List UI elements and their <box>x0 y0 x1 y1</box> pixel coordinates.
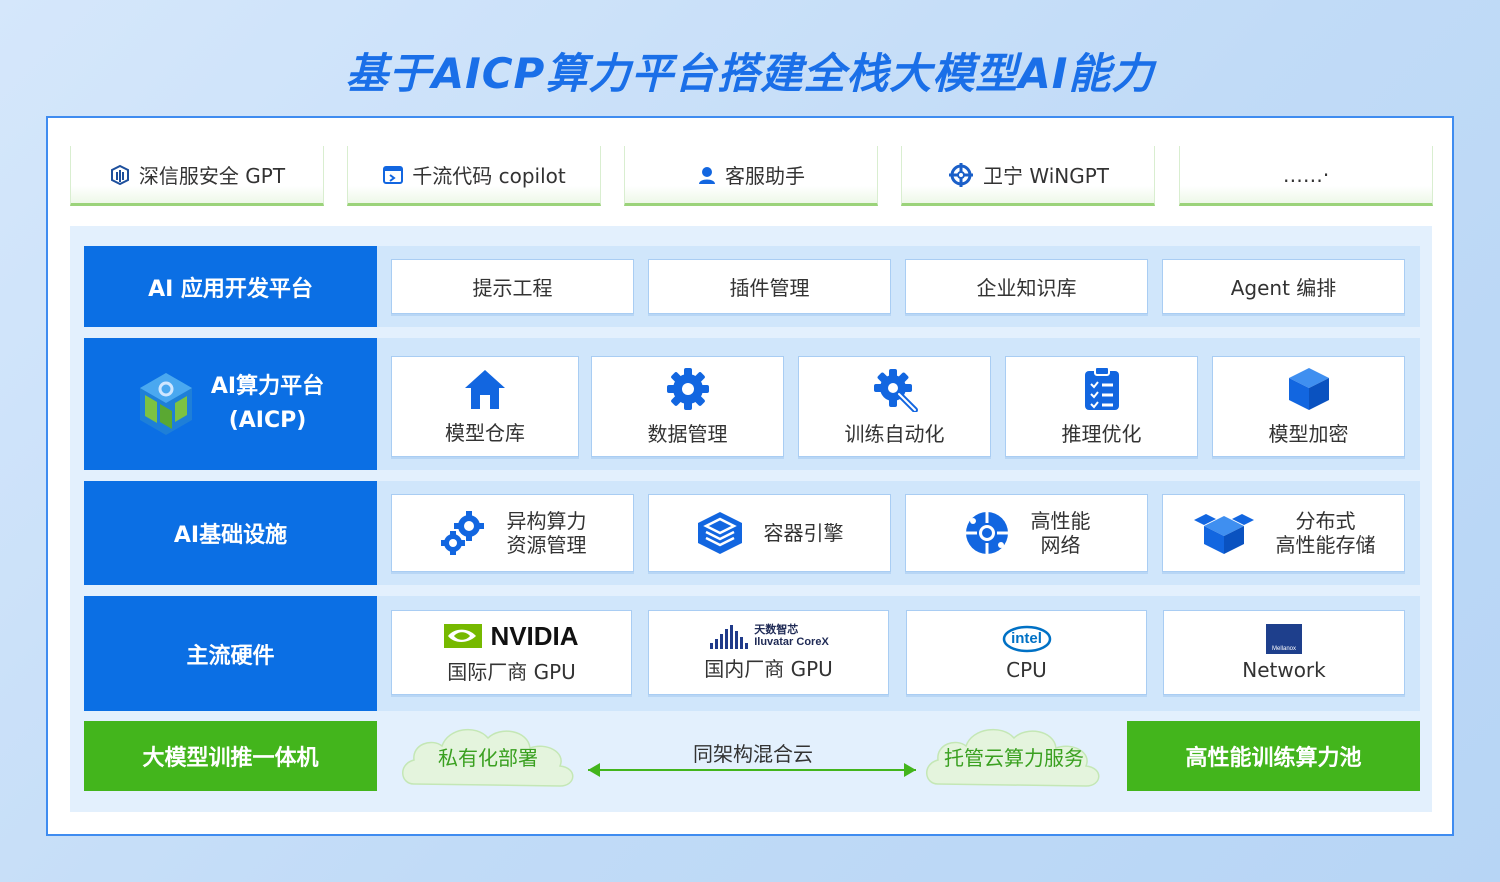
hardware-item-label: Network <box>1242 657 1326 682</box>
private-cloud-label: 私有化部署 <box>438 745 538 770</box>
app-label: 千流代码 copilot <box>412 164 566 188</box>
infra-item-line2: 高性能存储 <box>1275 533 1376 557</box>
infra-item-hp-network[interactable]: 高性能 网络 <box>905 494 1148 572</box>
hardware-item-iluvatar[interactable]: 天数智芯 Iluvatar CoreX 国内厂商 GPU <box>648 610 889 695</box>
infra-item-line1: 高性能 <box>1030 509 1091 533</box>
private-cloud: 私有化部署 <box>396 720 580 792</box>
app-tile-wingpt[interactable]: 卫宁 WiNGPT <box>901 146 1155 206</box>
hosted-cloud-label: 托管云算力服务 <box>944 745 1084 770</box>
infra-item-line2: 网络 <box>1040 533 1081 557</box>
hosted-cloud: 托管云算力服务 <box>920 720 1108 792</box>
code-window-icon <box>383 165 404 184</box>
intel-wordmark: intel <box>1011 630 1042 647</box>
infra-item-line2: 资源管理 <box>506 533 587 557</box>
hardware-item-mellanox[interactable]: Mellanox Network <box>1163 610 1405 695</box>
winning-logo-icon <box>949 162 973 187</box>
app-tile-sangfor-gpt[interactable]: 深信服安全 GPT <box>70 146 324 206</box>
intel-logo: intel <box>1002 624 1052 654</box>
infra-item-line1: 分布式 <box>1295 509 1356 533</box>
infra-item-container-engine[interactable]: 容器引擎 <box>648 494 891 572</box>
more-ellipsis: ……· <box>1282 162 1330 187</box>
cube-icon <box>1288 368 1329 410</box>
aicp-item-inference-opt[interactable]: 推理优化 <box>1005 356 1198 457</box>
hardware-item-intel[interactable]: intel CPU <box>906 610 1147 695</box>
mellanox-wordmark: Mellanox <box>1271 645 1296 652</box>
nvidia-wordmark: NVIDIA <box>490 620 579 651</box>
gear-wrench-icon <box>873 369 918 412</box>
infra-item-line1: 异构算力 <box>506 509 587 533</box>
app-tile-more[interactable]: ……· <box>1179 146 1433 206</box>
app-dev-item-plugin[interactable]: 插件管理 <box>648 259 891 314</box>
aicp-item-data-mgmt[interactable]: 数据管理 <box>591 356 784 457</box>
sangfor-logo-icon <box>110 164 129 185</box>
gear-icon <box>666 368 709 410</box>
iluvatar-bars-icon <box>710 625 749 649</box>
house-icon <box>465 370 505 409</box>
aicp-item-label: 训练自动化 <box>844 422 945 446</box>
user-support-icon <box>699 166 715 184</box>
nvidia-eye-icon <box>444 624 483 648</box>
aicp-item-training-auto[interactable]: 训练自动化 <box>798 356 991 457</box>
layered-box-icon <box>697 512 742 554</box>
iluvatar-cn-name: 天数智芯 <box>754 623 799 636</box>
iluvatar-en-name: Iluvatar CoreX <box>754 636 829 648</box>
mellanox-logo: Mellanox <box>1266 623 1302 654</box>
layer-label-aicp: AI算力平台 (AICP) <box>84 338 377 470</box>
double-arrow-icon <box>588 763 916 777</box>
aicp-item-label: 推理优化 <box>1061 422 1142 446</box>
app-label: 卫宁 WiNGPT <box>983 164 1109 188</box>
hardware-item-nvidia[interactable]: NVIDIA 国际厂商 GPU <box>391 610 632 695</box>
network-sphere-icon <box>965 512 1008 554</box>
infra-item-line1: 容器引擎 <box>763 521 844 545</box>
app-label: 客服助手 <box>725 164 805 188</box>
aicp-logo-icon <box>139 373 192 435</box>
app-label: 深信服安全 GPT <box>138 164 286 188</box>
aicp-label-line2: (AICP) <box>228 408 307 433</box>
aicp-item-model-repo[interactable]: 模型仓库 <box>391 356 579 457</box>
app-tile-customer-service[interactable]: 客服助手 <box>624 146 878 206</box>
layer-label-hardware: 主流硬件 <box>84 596 377 711</box>
infra-item-dist-storage[interactable]: 分布式 高性能存储 <box>1162 494 1405 572</box>
app-dev-item-agent[interactable]: Agent 编排 <box>1162 259 1405 314</box>
app-dev-item-knowledge[interactable]: 企业知识库 <box>905 259 1148 314</box>
gears-icon <box>440 511 484 555</box>
app-dev-item-prompt[interactable]: 提示工程 <box>391 259 634 314</box>
aicp-label-line1: AI算力平台 <box>210 374 325 399</box>
infra-item-heterogeneous[interactable]: 异构算力 资源管理 <box>391 494 634 572</box>
hardware-item-label: 国际厂商 GPU <box>447 659 576 684</box>
app-tile-qianliu-copilot[interactable]: 千流代码 copilot <box>347 146 601 206</box>
storage-cubes-icon <box>1193 514 1254 554</box>
aicp-item-label: 模型加密 <box>1268 422 1349 446</box>
bottom-left-all-in-one: 大模型训推一体机 <box>84 721 377 791</box>
hardware-item-label: 国内厂商 GPU <box>704 657 833 681</box>
bottom-right-compute-pool: 高性能训练算力池 <box>1127 721 1420 791</box>
aicp-item-label: 模型仓库 <box>445 421 525 445</box>
hardware-item-label: CPU <box>1006 657 1047 682</box>
layer-label-infra: AI基础设施 <box>84 481 377 585</box>
iluvatar-logo: 天数智芯 Iluvatar CoreX <box>708 623 829 649</box>
layer-label-app-dev: AI 应用开发平台 <box>84 246 377 327</box>
page-title: 基于AICP算力平台搭建全栈大模型AI能力 <box>345 49 1155 98</box>
clipboard-checklist-icon <box>1084 366 1119 410</box>
nvidia-logo: NVIDIA <box>444 620 579 652</box>
aicp-item-model-encrypt[interactable]: 模型加密 <box>1212 356 1405 457</box>
aicp-item-label: 数据管理 <box>647 422 728 446</box>
